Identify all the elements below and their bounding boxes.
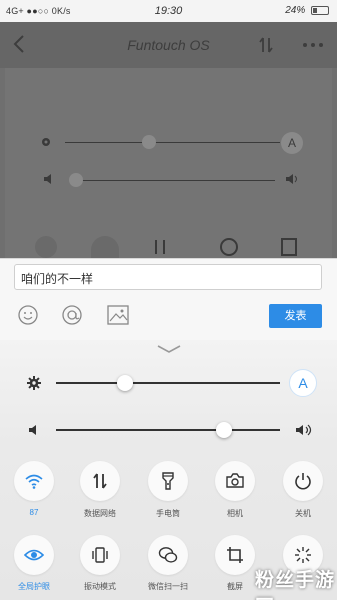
screenshot-icon: [227, 547, 243, 563]
ghost-tile-data: [155, 240, 165, 254]
wifi-toggle[interactable]: [14, 461, 54, 501]
ghost-tile: [35, 236, 57, 258]
eye-care-toggle[interactable]: [14, 535, 54, 575]
ghost-tile-screenshot: [281, 238, 297, 256]
app-bar: Funtouch OS: [0, 22, 337, 68]
ghost-volume-track: [75, 180, 275, 181]
camera-toggle[interactable]: [215, 461, 255, 501]
ghost-tile-wifi: [91, 236, 119, 258]
brightness-track: [56, 382, 280, 384]
vibrate-icon: [92, 547, 108, 563]
wechat-scan-toggle[interactable]: [148, 535, 188, 575]
background-content: A: [5, 68, 332, 258]
control-center: A 87 数据网络 手电筒 相机 关机 全局护眼 振动模式 微信扫一扫 截屏: [0, 340, 337, 600]
brightness-slider-thumb[interactable]: [117, 375, 134, 391]
flashlight-icon: [162, 472, 174, 490]
comment-input[interactable]: 咱们的不一样: [14, 264, 322, 290]
wechat-scan-label: 微信扫一扫: [148, 582, 188, 591]
watermark: 粉丝手游网: [255, 570, 336, 600]
power-icon: [295, 473, 311, 490]
wechat-icon: [158, 547, 178, 563]
ghost-auto-icon: A: [281, 132, 303, 154]
mobile-data-label: 数据网络: [84, 509, 116, 518]
power-toggle[interactable]: [283, 461, 323, 501]
power-label: 关机: [295, 509, 311, 518]
more-icon[interactable]: [302, 42, 324, 48]
auto-brightness-button[interactable]: A: [289, 369, 317, 397]
chevron-down-icon[interactable]: [156, 344, 182, 354]
camera-icon: [226, 473, 244, 488]
ghost-gear-icon: [40, 136, 52, 148]
battery-percent: 24%: [285, 5, 306, 16]
sparkle-icon: [295, 547, 311, 563]
sort-icon[interactable]: [258, 36, 274, 54]
eye-care-label: 全局护眼: [18, 582, 50, 591]
volume-high-icon: [295, 424, 313, 436]
flashlight-toggle[interactable]: [148, 461, 188, 501]
wifi-label: 87: [29, 508, 39, 517]
flashlight-label: 手电筒: [156, 509, 180, 518]
comment-composer: 咱们的不一样 发表: [0, 258, 337, 340]
ghost-volume-thumb: [69, 173, 83, 187]
ghost-volume-low-icon: [43, 174, 53, 184]
volume-slider-thumb[interactable]: [216, 422, 232, 438]
send-button[interactable]: 发表: [269, 304, 322, 328]
battery-icon: [311, 6, 329, 15]
image-icon[interactable]: [107, 305, 129, 325]
ghost-tile-at: [220, 238, 238, 256]
brightness-gear-icon: [27, 376, 41, 390]
vibrate-label: 振动模式: [84, 582, 116, 591]
ghost-brightness-track: [65, 142, 280, 143]
mobile-data-toggle[interactable]: [80, 461, 120, 501]
status-bar: 4G+ ●●○○ 0K/s 19:30 24%: [0, 0, 337, 22]
mention-icon[interactable]: [61, 304, 83, 326]
eye-icon: [24, 549, 44, 561]
app-title: Funtouch OS: [127, 37, 210, 53]
emoji-icon[interactable]: [17, 304, 39, 326]
ghost-brightness-thumb: [142, 135, 156, 149]
volume-low-icon: [28, 425, 38, 435]
screenshot-toggle[interactable]: [215, 535, 255, 575]
background-app: Funtouch OS A: [0, 22, 337, 258]
battery-status: 24%: [285, 5, 329, 16]
wifi-icon: [25, 474, 43, 489]
volume-track: [56, 429, 280, 431]
ghost-volume-high-icon: [285, 174, 299, 184]
vibrate-toggle[interactable]: [80, 535, 120, 575]
camera-label: 相机: [227, 509, 243, 518]
mobile-data-icon: [93, 473, 107, 489]
